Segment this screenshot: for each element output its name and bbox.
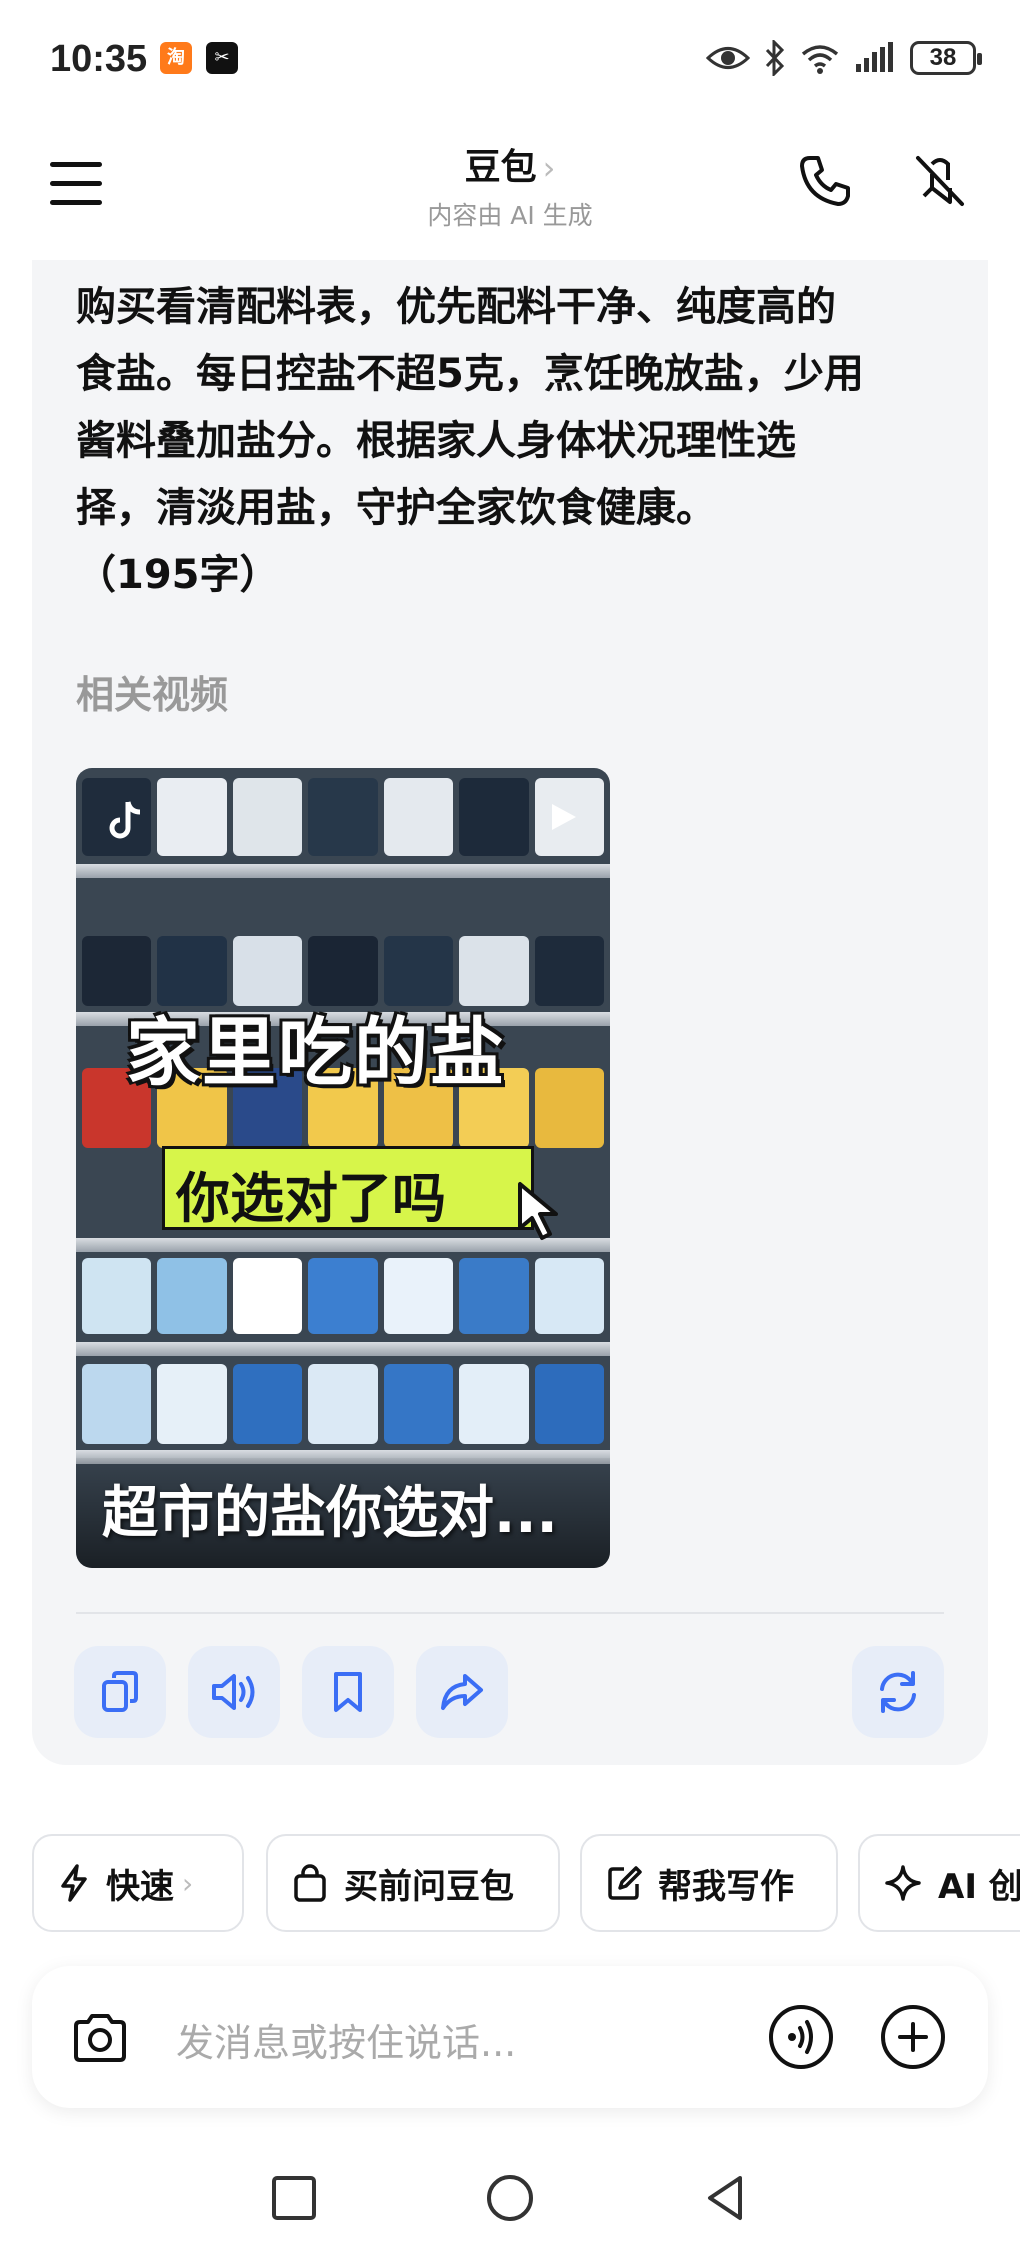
answer-line: 购买看清配料表，优先配料干净、纯度高的	[76, 284, 836, 330]
bookmark-button[interactable]	[302, 1646, 394, 1738]
shelf-products	[76, 1258, 610, 1334]
chevron-right-icon: ›	[542, 149, 556, 187]
edit-icon	[608, 1866, 642, 1900]
ai-disclaimer: 内容由 AI 生成	[427, 201, 593, 230]
status-time: 10:35	[50, 38, 148, 80]
video-caption: 超市的盐你选对...	[102, 1481, 558, 1546]
shelf-products	[76, 1364, 610, 1444]
video-overlay-title: 家里吃的盐	[126, 1010, 506, 1096]
capcut-icon: ✂	[206, 42, 238, 74]
tiktok-icon	[109, 801, 141, 839]
share-button[interactable]	[416, 1646, 508, 1738]
play-icon	[552, 804, 576, 830]
chip-fast-mode[interactable]: 快速 ›	[32, 1834, 244, 1932]
chip-label: AI 创	[938, 1866, 1020, 1907]
bookmark-icon	[334, 1672, 362, 1712]
answer-text: 购买看清配料表，优先配料干净、纯度高的 食盐。每日控盐不超5克，烹饪晚放盐，少用…	[76, 274, 956, 609]
chip-label: 买前问豆包	[344, 1866, 514, 1907]
chip-label: 快速	[106, 1866, 174, 1907]
answer-line: 择，清淡用盐，守护全家饮食健康。	[76, 485, 716, 531]
message-input-bar: 发消息或按住说话...	[32, 1966, 988, 2108]
regenerate-icon	[880, 1671, 916, 1713]
bluetooth-icon	[765, 40, 785, 76]
shopping-bag-icon	[294, 1864, 326, 1902]
lightning-icon	[61, 1864, 87, 1902]
quick-actions-bar: 快速 › 买前问豆包 帮我写作 AI 创	[32, 1834, 1020, 1932]
plus-icon[interactable]	[880, 2004, 946, 2070]
camera-icon[interactable]	[68, 2006, 132, 2070]
answer-line: 酱料叠加盐分。根据家人身体状况理性选	[76, 418, 796, 464]
speaker-mute-icon[interactable]	[910, 150, 970, 210]
read-aloud-button[interactable]	[188, 1646, 280, 1738]
video-thumbnail[interactable]: 家里吃的盐 你选对了吗 超市的盐你选对...	[76, 768, 610, 1568]
shelf-products	[76, 778, 610, 856]
back-icon[interactable]	[698, 2170, 754, 2226]
cursor-arrow-icon	[518, 1182, 558, 1240]
chip-ask-before-buy[interactable]: 买前问豆包	[266, 1834, 560, 1932]
page-title-text: 豆包	[464, 147, 537, 188]
recents-icon[interactable]	[266, 2170, 322, 2226]
home-icon[interactable]	[482, 2170, 538, 2226]
chip-ai-create[interactable]: AI 创	[858, 1834, 1020, 1932]
chip-label: 帮我写作	[658, 1866, 794, 1907]
phone-icon[interactable]	[796, 150, 856, 210]
speaker-icon	[212, 1674, 255, 1710]
chat-header: 豆包 › 内容由 AI 生成	[0, 120, 1020, 260]
shelf	[76, 864, 610, 878]
answer-card: 购买看清配料表，优先配料干净、纯度高的 食盐。每日控盐不超5克，烹饪晚放盐，少用…	[32, 260, 988, 1765]
shelf	[76, 1342, 610, 1356]
divider	[76, 1612, 944, 1614]
header-title-block[interactable]: 豆包 › 内容由 AI 生成	[0, 138, 1020, 232]
voice-icon[interactable]	[768, 2004, 834, 2070]
sparkle-icon	[885, 1865, 921, 1901]
answer-line: 食盐。每日控盐不超5克，烹饪晚放盐，少用	[76, 351, 864, 397]
taobao-icon: 淘	[160, 42, 192, 74]
eye-icon	[706, 47, 750, 69]
wifi-icon	[801, 45, 839, 74]
message-input[interactable]: 发消息或按住说话...	[176, 2012, 516, 2067]
chevron-right-icon: ›	[182, 1866, 194, 1900]
system-nav-bar	[0, 2150, 1020, 2250]
copy-button[interactable]	[74, 1646, 166, 1738]
share-icon	[441, 1674, 483, 1710]
battery-indicator: 38	[910, 41, 982, 75]
chip-help-write[interactable]: 帮我写作	[580, 1834, 838, 1932]
status-indicators: 38	[706, 38, 982, 78]
related-videos-title: 相关视频	[76, 673, 229, 717]
status-bar: 10:35 淘 ✂ 38	[0, 0, 1020, 120]
video-overlay-subtitle: 你选对了吗	[176, 1167, 446, 1230]
signal-icon	[856, 42, 893, 72]
copy-icon	[102, 1671, 138, 1712]
word-count: （195字）	[76, 552, 280, 598]
regenerate-button[interactable]	[852, 1646, 944, 1738]
page-title[interactable]: 豆包 ›	[0, 138, 1020, 190]
